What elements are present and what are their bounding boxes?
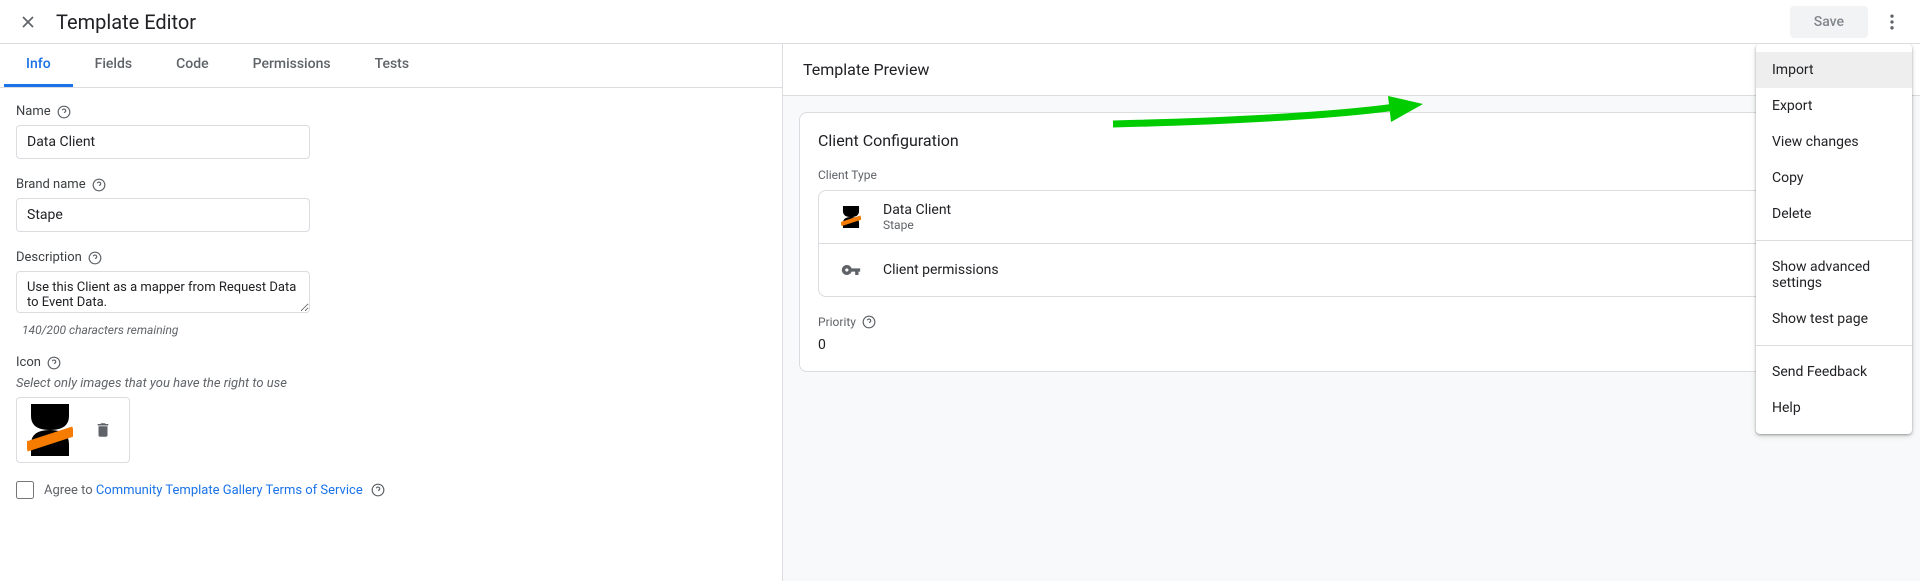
help-icon[interactable] [862,315,876,329]
menu-copy[interactable]: Copy [1756,160,1912,196]
tab-code[interactable]: Code [154,44,230,87]
client-name: Data Client [883,202,951,218]
menu-delete[interactable]: Delete [1756,196,1912,232]
icon-label: Icon [16,355,766,370]
close-icon [18,12,38,32]
name-label-text: Name [16,104,51,119]
name-label: Name [16,104,766,119]
key-icon-wrap [835,254,867,286]
help-icon[interactable] [47,356,61,370]
icon-label-text: Icon [16,355,41,370]
page-title: Template Editor [56,10,1790,34]
char-count: 140/200 characters remaining [22,323,766,337]
help-icon[interactable] [92,178,106,192]
tab-fields[interactable]: Fields [73,44,154,87]
desc-label: Description [16,250,766,265]
more-vert-icon [1882,12,1902,32]
template-icon [27,404,73,456]
desc-field-group: Description 140/200 characters remaining [16,250,766,337]
client-info: Data Client Stape [883,202,951,232]
help-icon[interactable] [57,105,71,119]
desc-textarea[interactable] [16,271,310,313]
more-button[interactable] [1872,2,1912,42]
priority-label: Priority [818,315,1885,329]
client-brand: Stape [883,218,951,232]
menu-help[interactable]: Help [1756,390,1912,426]
card-title: Client Configuration [818,131,1885,150]
menu-divider [1756,240,1912,241]
help-icon[interactable] [88,251,102,265]
preview-header: Template Preview [783,44,1920,96]
menu-divider [1756,345,1912,346]
help-icon[interactable] [371,483,385,497]
menu-export[interactable]: Export [1756,88,1912,124]
right-panel: Template Preview Client Configuration Cl… [783,44,1920,581]
menu-view-changes[interactable]: View changes [1756,124,1912,160]
icon-hint: Select only images that you have the rig… [16,376,766,391]
menu-send-feedback[interactable]: Send Feedback [1756,354,1912,390]
client-type-label: Client Type [818,168,1885,182]
menu-show-test[interactable]: Show test page [1756,301,1912,337]
close-button[interactable] [8,2,48,42]
brand-label: Brand name [16,177,766,192]
delete-icon-button[interactable] [87,414,119,446]
tos-text: Agree to Community Template Gallery Term… [44,483,363,498]
template-icon [841,206,861,228]
icon-field-group: Icon Select only images that you have th… [16,355,766,463]
tos-prefix: Agree to [44,483,96,498]
client-type-row[interactable]: Data Client Stape [819,191,1884,244]
tos-checkbox[interactable] [16,481,34,499]
priority-label-text: Priority [818,315,856,329]
left-panel: Info Fields Code Permissions Tests Name … [0,44,783,581]
form-content: Name Brand name Description [0,88,782,515]
client-box: Data Client Stape Client permissions [818,190,1885,297]
icon-preview [21,401,79,459]
tab-tests[interactable]: Tests [353,44,431,87]
tab-info[interactable]: Info [4,44,73,87]
tos-link[interactable]: Community Template Gallery Terms of Serv… [96,483,363,498]
client-permissions-row[interactable]: Client permissions [819,244,1884,296]
name-field-group: Name [16,104,766,159]
brand-input[interactable] [16,198,310,232]
brand-field-group: Brand name [16,177,766,232]
trash-icon [94,421,112,439]
client-permissions-label: Client permissions [883,262,999,278]
brand-label-text: Brand name [16,177,86,192]
key-icon [841,260,861,280]
tab-permissions[interactable]: Permissions [231,44,353,87]
dropdown-menu: Import Export View changes Copy Delete S… [1756,44,1912,434]
client-icon [835,201,867,233]
icon-box [16,397,130,463]
priority-value: 0 [818,337,1885,353]
preview-card: Client Configuration Client Type Data Cl… [799,112,1904,372]
menu-import[interactable]: Import [1756,52,1912,88]
desc-label-text: Description [16,250,82,265]
header: Template Editor Save [0,0,1920,44]
main: Info Fields Code Permissions Tests Name … [0,44,1920,581]
save-button[interactable]: Save [1790,6,1868,38]
name-input[interactable] [16,125,310,159]
menu-show-advanced[interactable]: Show advanced settings [1756,249,1912,301]
tos-row: Agree to Community Template Gallery Term… [16,481,766,499]
tabs: Info Fields Code Permissions Tests [0,44,782,88]
